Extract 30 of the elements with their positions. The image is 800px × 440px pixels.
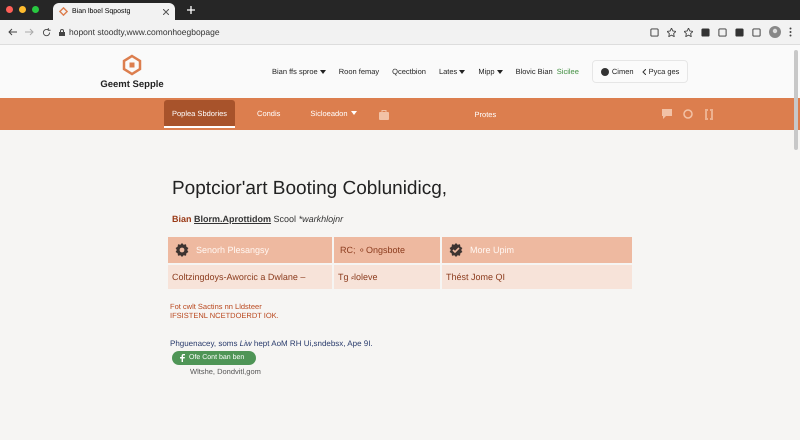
paragraph: Phguenacey, soms Liw hept AoM RH Ui,sndebsx, Ape 9I. [170,338,374,348]
card-title: RC; ⚬Ongsbote [340,245,406,255]
avatar-icon[interactable] [769,26,781,38]
card-title: Senorh Plesangsy [196,245,270,255]
maximize-window-icon[interactable] [32,6,39,13]
gear-icon [174,242,190,258]
gear-check-icon [448,242,464,258]
card-text: Tg ⸗loleve [334,265,440,289]
page-heading: Poptcior'art Booting Coblunidicg, [172,178,448,200]
site-logo-text: Geemt Sepple [100,78,164,90]
logo-icon [59,7,68,16]
logo-icon [121,54,143,76]
byline: Bian Blorm.Aprottidom Scool *warkhlojnr [172,214,344,224]
lock-icon [59,28,65,36]
minimize-window-icon[interactable] [19,6,26,13]
close-window-icon[interactable] [6,6,13,13]
card-text: Coltzingdoys-Aworcic a Dwlane – [168,265,332,289]
reload-icon[interactable] [42,28,51,36]
chevron-left-icon [642,68,646,74]
card-text: Thést Jome QI [442,265,632,289]
close-icon[interactable] [163,8,169,14]
menu-icon[interactable] [789,27,792,37]
scrollbar[interactable] [794,50,798,150]
facebook-icon [180,354,185,362]
back-icon[interactable] [8,28,17,36]
star-icon[interactable] [684,28,693,36]
new-tab-icon[interactable] [187,6,195,14]
chat-icon [600,68,609,76]
card-title: More Upim [470,245,514,255]
star-icon[interactable] [667,28,676,36]
